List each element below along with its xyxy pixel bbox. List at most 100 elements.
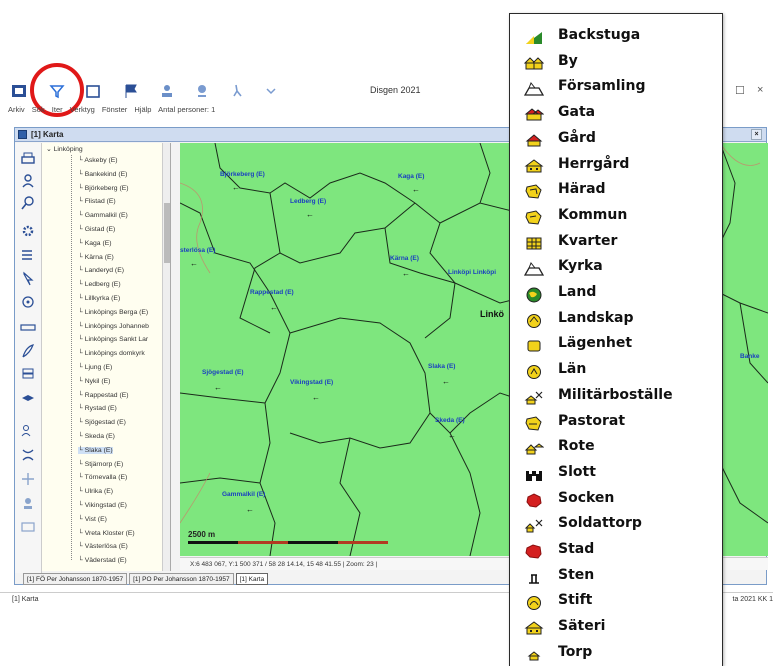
dropdown-icon[interactable] (262, 82, 280, 100)
person-book-icon[interactable] (10, 82, 28, 100)
tree-item[interactable]: └ Landeryd (E) (78, 267, 124, 274)
tree-item[interactable]: └ Ljung (E) (78, 364, 112, 371)
menu-fonster[interactable]: Fönster (102, 105, 127, 114)
tree-item[interactable]: └ Linköpings Berga (E) (78, 309, 148, 316)
menu-iter[interactable]: Iter (52, 105, 63, 114)
legend-item-soldattorp: Soldattorp (524, 514, 719, 536)
app-window: Disgen 2021 ☐ × Arkiv Sök Iter Verktyg F… (0, 0, 773, 666)
tree-item[interactable]: └ Askeby (E) (78, 157, 118, 164)
tree-item[interactable]: └ Lillkyrka (E) (78, 295, 120, 302)
tree-item[interactable]: └ Rappestad (E) (78, 392, 129, 399)
map-label-rappestad[interactable]: Rappestad (E) (250, 289, 294, 296)
tree-item[interactable]: └ Skeda (E) (78, 433, 115, 440)
tree-item[interactable]: └ Linköpings Johanneb (78, 323, 149, 330)
tree-item[interactable]: └ Vikingstad (E) (78, 502, 127, 509)
calendar-icon[interactable] (84, 82, 102, 100)
person-icon[interactable] (158, 82, 176, 100)
tree-item[interactable]: └ Ulrika (E) (78, 488, 113, 495)
legend-item-forsamling: Församling (524, 77, 719, 99)
map-label-vasterlosa[interactable]: sterlösa (E) (180, 247, 215, 254)
tree-item[interactable]: └ Västerlösa (E) (78, 543, 128, 550)
tab-karta[interactable]: [1] Karta (235, 573, 269, 585)
tree-item[interactable]: └ Törnevalla (E) (78, 474, 127, 481)
tree-item[interactable]: └ Vist (E) (78, 516, 107, 523)
legend-item-lagenhet: Lägenhet (524, 334, 719, 356)
tree-scrollbar[interactable] (162, 143, 170, 571)
harad-icon (525, 184, 542, 199)
tree-item[interactable]: └ Sjögestad (E) (78, 419, 126, 426)
walk-icon[interactable] (228, 82, 246, 100)
maximize-button[interactable]: ☐ (735, 84, 745, 97)
legend-label: Församling (558, 78, 646, 95)
search-icon[interactable] (20, 195, 36, 211)
tree-item[interactable]: └ Vreta Kloster (E) (78, 530, 135, 537)
tree-item[interactable]: └ Linköpings Sankt Lar (78, 336, 148, 343)
scale-segment (338, 541, 388, 544)
sten-icon (529, 573, 539, 584)
lagenhet-icon (527, 340, 541, 352)
legend-label: Gård (558, 129, 596, 146)
tree-item[interactable]: └ Björkeberg (E) (78, 185, 129, 192)
tree-item[interactable]: └ Ledberg (E) (78, 281, 121, 288)
tree-scroll-thumb[interactable] (164, 203, 170, 263)
branch-icon[interactable] (20, 447, 36, 463)
tree-item[interactable]: └ Linköpings domkyrk (78, 350, 145, 357)
person-search-icon[interactable] (20, 173, 36, 189)
tree-item[interactable]: └ Rystad (E) (78, 405, 117, 412)
map-window-title: [1] Karta (31, 130, 64, 139)
map-label-kaga[interactable]: Kaga (E) (398, 173, 424, 180)
legend-item-torp: Torp (524, 643, 719, 665)
tree-item[interactable]: └ Gammalkil (E) (78, 212, 128, 219)
menu-sok[interactable]: Sök (32, 105, 45, 114)
gear-icon[interactable] (20, 223, 36, 239)
person-filter-icon[interactable] (20, 423, 36, 439)
rectangle-icon[interactable] (20, 519, 36, 535)
cross-arrows-icon[interactable] (20, 471, 36, 487)
tree-root[interactable]: ⌄ Linköping (46, 145, 83, 153)
tab-po[interactable]: [1] PO Per Johansson 1870-1957 (129, 573, 234, 585)
legend-item-kvarter: Kvarter (524, 232, 719, 254)
document-tabs: [1] FÖ Per Johansson 1870-1957 [1] PO Per… (23, 573, 270, 585)
pin-icon[interactable] (193, 82, 211, 100)
tree-item[interactable]: └ Väderstad (E) (78, 557, 127, 564)
close-button[interactable]: × (757, 84, 763, 96)
map-label-sjogestad[interactable]: Sjögestad (E) (202, 369, 244, 376)
tree-item[interactable]: └ Kärna (E) (78, 254, 114, 261)
map-label-vikingstad[interactable]: Vikingstad (E) (290, 379, 333, 386)
tree-connector (71, 155, 72, 560)
map-label-ledberg[interactable]: Ledberg (E) (290, 198, 326, 205)
layers-icon[interactable] (20, 391, 36, 407)
list-icon[interactable] (20, 247, 36, 263)
tree-item[interactable]: └ Stjärnorp (E) (78, 461, 123, 468)
legend-label: Land (558, 284, 597, 300)
print-icon[interactable] (20, 151, 36, 167)
pointer-icon[interactable] (20, 271, 36, 287)
tree-item[interactable]: └ Nykil (E) (78, 378, 110, 385)
menu-hjalp[interactable]: Hjälp (134, 105, 151, 114)
tree-item[interactable]: └ Gistad (E) (78, 226, 115, 233)
tree-item[interactable]: └ Slaka (E) (78, 446, 113, 454)
stack-icon[interactable] (20, 367, 36, 383)
feather-icon[interactable] (20, 343, 36, 359)
map-label-gammalkil[interactable]: Gammalkil (E) (222, 491, 265, 498)
map-label-linkoping-parishes[interactable]: Linköpi Linköpi (448, 269, 496, 276)
tree-item[interactable]: └ Kaga (E) (78, 240, 112, 247)
militarbostalle-icon (524, 391, 543, 405)
ruler-icon[interactable] (20, 319, 36, 335)
menu-arkiv[interactable]: Arkiv (8, 105, 25, 114)
flag-icon[interactable] (122, 82, 140, 100)
zoom-icon[interactable] (20, 295, 36, 311)
place-marker: ← (246, 505, 254, 514)
tree-item[interactable]: └ Flistad (E) (78, 198, 116, 205)
map-label-bankekind[interactable]: Banke (740, 353, 760, 360)
tree-item[interactable]: └ Bankekind (E) (78, 171, 127, 178)
tab-fo[interactable]: [1] FÖ Per Johansson 1870-1957 (23, 573, 128, 585)
map-label-linkoping-city[interactable]: Linkö (480, 309, 504, 319)
map-label-slaka[interactable]: Slaka (E) (428, 363, 455, 370)
map-close-button[interactable]: × (751, 129, 762, 140)
map-label-skeda[interactable]: Skeda (E) (435, 417, 465, 424)
menu-verktyg[interactable]: Verktyg (70, 105, 95, 114)
map-label-karna[interactable]: Kärna (E) (390, 255, 419, 262)
user-settings-icon[interactable] (20, 495, 36, 511)
map-label-bjorkeberg[interactable]: Björkeberg (E) (220, 171, 265, 178)
